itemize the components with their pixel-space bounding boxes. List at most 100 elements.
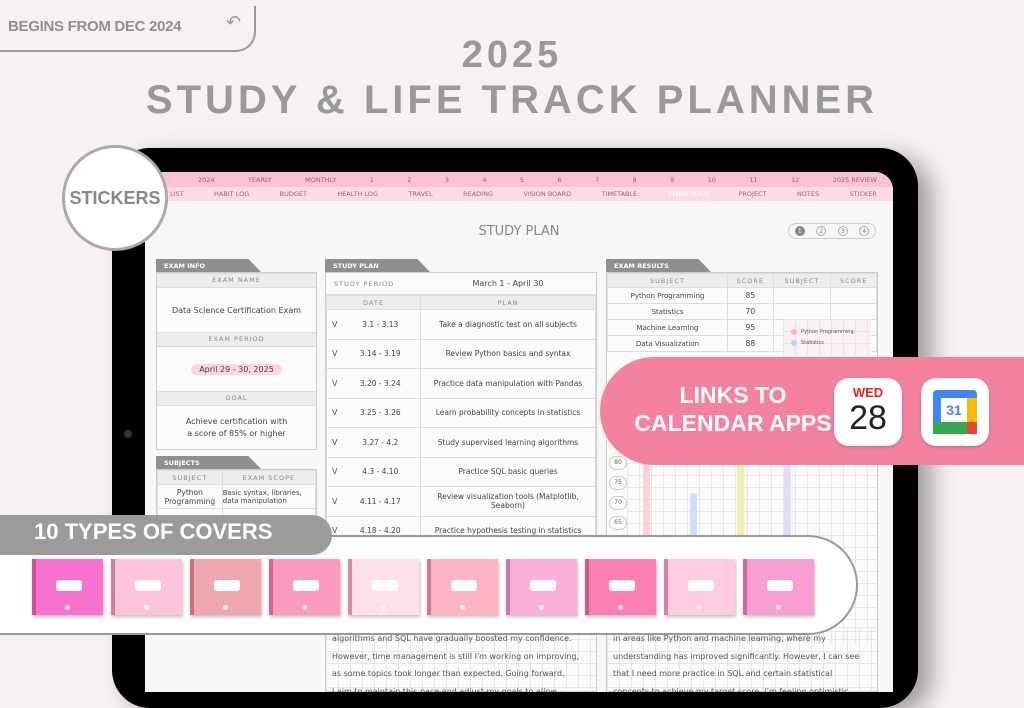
table-row: V 3.14 - 3.19 Review Python basics and syn… — [326, 338, 596, 369]
result-score[interactable]: 88 — [727, 335, 774, 352]
page-button[interactable]: 1 — [794, 226, 805, 236]
result-score[interactable]: 85 — [727, 287, 774, 304]
cover-spine — [506, 559, 510, 615]
apple-calendar-icon[interactable]: WED 28 — [834, 378, 902, 446]
nav-top-item[interactable]: 2 — [407, 176, 411, 184]
nav-top-item[interactable]: 2024 — [198, 176, 215, 184]
scope-cell[interactable]: Basic syntax, libraries, data manipulati… — [221, 484, 317, 509]
nav-top-item[interactable]: 9 — [670, 176, 674, 184]
nav-top-item[interactable]: 6 — [557, 176, 561, 184]
cover-option[interactable] — [348, 559, 419, 615]
nav-sub-item[interactable]: STUDY PLAN — [668, 190, 709, 198]
result-score-2[interactable] — [830, 287, 877, 304]
table-row: Python Programming Basic syntax, librari… — [157, 484, 317, 509]
nav-top-item[interactable]: MONTHLY — [305, 176, 336, 184]
cover-option[interactable] — [269, 559, 340, 615]
nav-top-item[interactable]: 12 — [791, 176, 799, 184]
nav-sub-item[interactable]: HABIT LOG — [214, 190, 249, 198]
cover-option[interactable] — [506, 559, 577, 615]
page-button[interactable]: 2 — [816, 226, 827, 236]
cover-option[interactable] — [111, 559, 182, 615]
nav-top-item[interactable]: 8 — [633, 176, 637, 184]
nav-top-item[interactable]: 7 — [595, 176, 599, 184]
hero-title: STUDY & LIFE TRACK PLANNER — [145, 78, 879, 122]
result-subject[interactable]: Python Programming — [607, 287, 728, 304]
table-row: V 4.3 - 4.10 Practice SQL basic queries — [326, 456, 596, 487]
result-subject-2[interactable] — [772, 287, 832, 304]
reflection-left[interactable]: algorithms and SQL have gradually booste… — [326, 627, 596, 692]
nav-top-item[interactable]: YEARLY — [248, 176, 272, 184]
page-button[interactable]: 3 — [837, 226, 848, 236]
result-score[interactable]: 95 — [727, 319, 774, 336]
cover-spine — [585, 559, 589, 615]
nav-sub-item[interactable]: STICKER — [849, 190, 876, 198]
nav-sub-item[interactable]: BUDGET — [280, 190, 307, 198]
goal-value[interactable]: Achieve certification with a score of 85… — [157, 406, 316, 450]
cover-badge — [767, 580, 793, 591]
result-score-2[interactable] — [830, 303, 877, 320]
date-cell[interactable]: 3.20 - 3.24 — [340, 368, 421, 399]
done-check[interactable]: V — [326, 338, 341, 369]
plan-cell[interactable]: Review Python basics and syntax — [420, 338, 596, 369]
done-check[interactable]: V — [326, 427, 341, 458]
page-button[interactable]: 4 — [859, 226, 870, 236]
nav-top-item[interactable]: 5 — [520, 176, 524, 184]
cover-option[interactable] — [427, 559, 498, 615]
result-subject[interactable]: Statistics — [607, 303, 728, 320]
plan-cell[interactable]: Review visualization tools (Matplotlib, … — [420, 486, 596, 517]
nav-top-item[interactable]: 4 — [482, 176, 486, 184]
done-check[interactable]: V — [326, 368, 341, 399]
date-cell[interactable]: 4.3 - 4.10 — [340, 456, 421, 487]
exam-period-label: EXAM PERIOD — [157, 332, 316, 347]
plan-cell[interactable]: Practice SQL basic queries — [420, 456, 596, 487]
plan-cell[interactable]: Study supervised learning algorithms — [420, 427, 596, 458]
google-calendar-icon[interactable]: 31 — [921, 378, 989, 446]
result-subject[interactable]: Data Visualization — [607, 335, 728, 352]
done-check[interactable]: V — [326, 397, 341, 428]
plan-col-plan: PLAN — [420, 295, 596, 310]
table-row: V 3.20 - 3.24 Practice data manipulation w… — [326, 368, 596, 399]
cover-option[interactable] — [190, 559, 261, 615]
done-check[interactable]: V — [326, 309, 341, 340]
subjects-col-subject: SUBJECT — [157, 470, 223, 485]
date-cell[interactable]: 4.11 - 4.17 — [340, 486, 421, 517]
date-cell[interactable]: 3.14 - 3.19 — [340, 338, 421, 369]
cover-option[interactable] — [743, 559, 814, 615]
exam-name-value[interactable]: Data Science Certification Exam — [157, 288, 316, 332]
exam-period-value[interactable]: April 29 - 30, 2025 — [191, 363, 282, 375]
plan-cell[interactable]: Take a diagnostic test on all subjects — [420, 309, 596, 340]
plan-cell[interactable]: Learn probability concepts in statistics — [420, 397, 596, 428]
subjects-col-scope: EXAM SCOPE — [221, 470, 317, 485]
nav-sub-item[interactable]: HEALTH LOG — [337, 190, 378, 198]
cover-option[interactable] — [585, 559, 656, 615]
date-cell[interactable]: 3.27 - 4.2 — [340, 427, 421, 458]
date-cell[interactable]: 3.1 - 3.13 — [340, 309, 421, 340]
nav-top-item[interactable]: 3 — [445, 176, 449, 184]
reflection-right[interactable]: in areas like Python and machine learnin… — [607, 627, 877, 692]
nav-top-item[interactable]: 2025 REVIEW — [833, 176, 877, 184]
subject-cell[interactable]: Python Programming — [157, 484, 223, 509]
nav-sub-item[interactable]: TIMETABLE — [602, 190, 638, 198]
study-period-value[interactable]: March 1 - April 30 — [420, 279, 596, 288]
cover-logo — [65, 605, 70, 610]
result-subject-2[interactable] — [772, 303, 832, 320]
cover-option[interactable] — [664, 559, 735, 615]
nav-sub-item[interactable]: READING — [463, 190, 493, 198]
result-score[interactable]: 70 — [727, 303, 774, 320]
done-check[interactable]: V — [326, 486, 341, 517]
nav-sub-item[interactable]: VISION BOARD — [523, 190, 571, 198]
nav-sub-item[interactable]: NOTES — [797, 190, 819, 198]
legend-item: Python Programming — [791, 329, 871, 335]
cover-option[interactable] — [32, 559, 103, 615]
nav-top-item[interactable]: 1 — [370, 176, 374, 184]
date-cell[interactable]: 3.25 - 3.26 — [340, 397, 421, 428]
cover-spine — [348, 559, 352, 615]
done-check[interactable]: V — [326, 456, 341, 487]
plan-cell[interactable]: Practice data manipulation with Pandas — [420, 368, 596, 399]
nav-sub-item[interactable]: PROJECT — [738, 190, 766, 198]
nav-top-item[interactable]: 11 — [749, 176, 757, 184]
nav-sub-item[interactable]: TRAVEL — [408, 190, 432, 198]
result-subject[interactable]: Machine Learning — [607, 319, 728, 336]
nav-top-item[interactable]: 10 — [708, 176, 716, 184]
cover-badge — [56, 580, 82, 591]
